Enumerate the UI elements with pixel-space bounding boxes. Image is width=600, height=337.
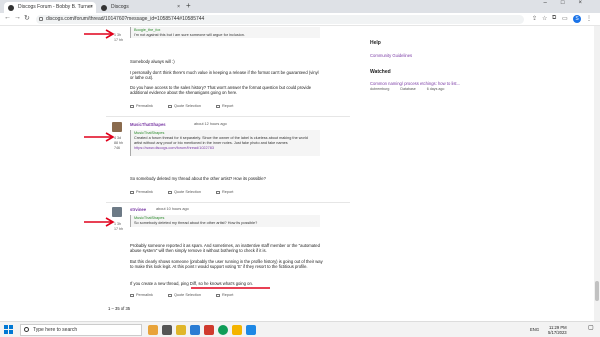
page-scrollbar[interactable] bbox=[594, 26, 600, 321]
reload-icon[interactable]: ↻ bbox=[24, 14, 30, 22]
red-arrow-annotation bbox=[84, 217, 115, 227]
permalink-button[interactable]: Permalink bbox=[130, 104, 153, 108]
help-heading: Help bbox=[370, 40, 381, 46]
task-view-icon[interactable] bbox=[162, 325, 172, 335]
app-icon[interactable] bbox=[148, 325, 158, 335]
store-icon[interactable] bbox=[246, 325, 256, 335]
close-tab-icon[interactable]: × bbox=[177, 2, 180, 13]
language-indicator[interactable]: ENG bbox=[530, 327, 539, 332]
quote-block: MusicThatShapes Created a forum thread f… bbox=[130, 130, 320, 156]
address-bar[interactable]: discogs.com/forum/thread/1014760?message… bbox=[36, 15, 524, 24]
taskbar-search-box[interactable]: Type here to search bbox=[20, 324, 142, 336]
office-icon[interactable] bbox=[204, 325, 214, 335]
watched-heading: Watched bbox=[370, 69, 391, 75]
quote-icon bbox=[167, 293, 172, 297]
profile-avatar[interactable]: S bbox=[573, 15, 581, 23]
menu-kebab-icon[interactable]: ⋮ bbox=[586, 15, 592, 22]
post-divider bbox=[106, 202, 350, 203]
link-icon bbox=[130, 190, 134, 194]
close-tab-icon[interactable]: × bbox=[90, 2, 93, 13]
report-button[interactable]: Report bbox=[216, 104, 233, 108]
post-actions: Permalink Quote Selection Report bbox=[130, 104, 247, 108]
scrollbar-thumb[interactable] bbox=[595, 281, 599, 301]
post-text: additional evidence about the shenanigan… bbox=[130, 90, 238, 95]
quote-block: Boogie_the_fox I'm not against this but … bbox=[130, 27, 320, 38]
tab-discogs[interactable]: Discogs × bbox=[97, 2, 183, 13]
watched-thread-link[interactable]: Common naming/ process etchings: how to … bbox=[370, 81, 460, 86]
post-text: So somebody deleted my thread about the … bbox=[130, 176, 266, 181]
red-arrow-annotation bbox=[84, 132, 115, 142]
post-username[interactable]: MusicThatShapes bbox=[130, 122, 166, 128]
help-section: Help Community Guidelines bbox=[370, 40, 412, 58]
quote-icon bbox=[167, 104, 172, 108]
post-actions: Permalink Quote Selection Report bbox=[130, 293, 247, 297]
permalink-button[interactable]: Permalink bbox=[130, 293, 153, 297]
thread-link[interactable]: https://www.discogs.com/forum/thread/102… bbox=[134, 146, 317, 151]
watched-author[interactable]: dubremburg bbox=[370, 87, 389, 91]
back-icon[interactable]: ← bbox=[4, 14, 11, 21]
edge-icon[interactable] bbox=[190, 325, 200, 335]
tab-discogs-forum[interactable]: Discogs Forum - Bobby B. Turner × bbox=[4, 2, 96, 13]
window-controls[interactable]: –□× bbox=[544, 0, 596, 6]
report-button[interactable]: Report bbox=[216, 190, 233, 194]
discogs-favicon-icon bbox=[101, 5, 107, 11]
flag-icon bbox=[216, 190, 221, 194]
link-icon bbox=[130, 293, 134, 297]
quote-selection-button[interactable]: Quote Selection bbox=[167, 190, 201, 194]
quote-block: MusicThatShapes So somebody deleted my t… bbox=[130, 215, 320, 227]
mail-icon[interactable] bbox=[232, 325, 242, 335]
quote-icon bbox=[167, 190, 172, 194]
watched-time: 6 days ago bbox=[426, 87, 445, 91]
post-text: abuse system" will then simply remove it… bbox=[130, 248, 267, 253]
post-timestamp[interactable]: about 12 hours ago bbox=[194, 122, 227, 128]
quote-selection-button[interactable]: Quote Selection bbox=[167, 293, 201, 297]
post-username[interactable]: strvinee bbox=[130, 207, 146, 213]
report-button[interactable]: Report bbox=[216, 293, 233, 297]
forward-icon[interactable]: → bbox=[14, 14, 21, 21]
post-divider bbox=[106, 116, 350, 117]
flag-icon bbox=[216, 104, 221, 108]
post-actions: Permalink Quote Selection Report bbox=[130, 190, 247, 194]
red-arrow-annotation bbox=[84, 29, 115, 39]
browser-tab-strip: Discogs Forum - Bobby B. Turner × Discog… bbox=[0, 0, 600, 13]
post-text: I personally don't think there's much va… bbox=[130, 70, 319, 75]
post-text: Somebody always will :) bbox=[130, 59, 175, 64]
search-icon bbox=[24, 327, 29, 332]
post-text: or lathe cut). bbox=[130, 75, 154, 80]
extensions-icon[interactable]: ⧉ bbox=[552, 15, 556, 22]
permalink-button[interactable]: Permalink bbox=[130, 190, 153, 194]
forum-page: 1 3h 17 hh Boogie_the_fox I'm not agains… bbox=[0, 26, 600, 321]
lock-icon bbox=[39, 17, 43, 21]
clock[interactable]: 11:29 PM 5/17/2023 bbox=[548, 325, 567, 335]
watched-forum-tag[interactable]: Database bbox=[400, 87, 415, 91]
sidebar-icon[interactable]: ▭ bbox=[562, 15, 568, 22]
bookmark-star-icon[interactable]: ☆ bbox=[542, 15, 547, 22]
watched-section: Watched Common naming/ process etchings:… bbox=[370, 69, 460, 91]
link-icon bbox=[130, 104, 134, 108]
chrome-icon[interactable] bbox=[218, 325, 228, 335]
post-timestamp[interactable]: about 10 hours ago bbox=[156, 207, 189, 213]
discogs-favicon-icon bbox=[8, 5, 14, 11]
browser-toolbar: ← → ↻ discogs.com/forum/thread/1014760?m… bbox=[0, 13, 600, 26]
pagination-label: 1 – 35 of 35 bbox=[108, 306, 131, 311]
new-tab-button[interactable]: + bbox=[186, 1, 191, 10]
windows-start-icon[interactable] bbox=[4, 325, 14, 335]
red-underline-annotation bbox=[191, 287, 270, 289]
share-icon[interactable]: ⇪ bbox=[532, 15, 537, 22]
post-text: to make this look legit. At this point I… bbox=[130, 264, 308, 269]
windows-taskbar: Type here to search ENG 11:29 PM 5/17/20… bbox=[0, 321, 600, 337]
notification-icon[interactable]: ▢ bbox=[588, 325, 594, 331]
file-explorer-icon[interactable] bbox=[176, 325, 186, 335]
flag-icon bbox=[216, 293, 221, 297]
community-guidelines-link[interactable]: Community Guidelines bbox=[370, 53, 412, 58]
quote-selection-button[interactable]: Quote Selection bbox=[167, 104, 201, 108]
